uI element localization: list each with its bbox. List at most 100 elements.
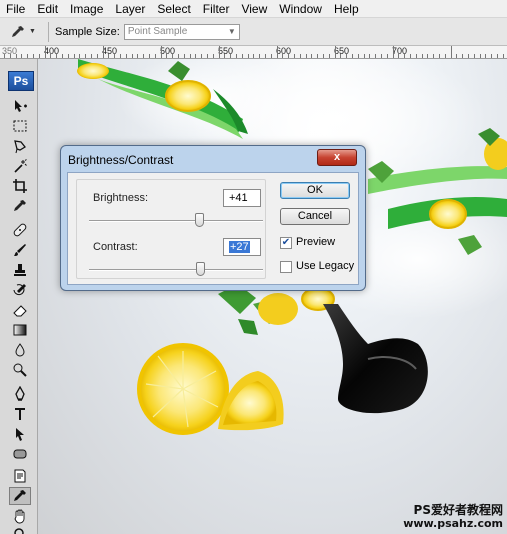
blur-tool[interactable] <box>9 341 31 359</box>
options-bar: ▼ Sample Size: Point Sample ▼ <box>0 18 507 46</box>
ruler-tick <box>468 54 469 58</box>
brightness-slider-thumb[interactable] <box>195 213 204 227</box>
ruler-tick <box>375 54 377 58</box>
ruler-tick <box>85 54 87 58</box>
lasso-tool[interactable] <box>9 137 31 155</box>
brush-tool[interactable] <box>9 241 31 259</box>
contrast-slider-thumb[interactable] <box>196 262 205 276</box>
eyedropper-tool-group[interactable] <box>9 197 31 215</box>
ruler-tick <box>15 54 17 58</box>
eyedropper-icon <box>14 490 26 501</box>
menu-view[interactable]: View <box>235 0 273 18</box>
ruler-tick <box>340 54 342 58</box>
sample-size-label: Sample Size: <box>55 25 120 38</box>
ruler-tick <box>462 54 464 58</box>
menu-filter[interactable]: Filter <box>197 0 236 18</box>
shape-tool[interactable] <box>9 445 31 463</box>
ruler-tick <box>450 46 452 58</box>
ruler-tick <box>56 54 58 58</box>
drop-icon <box>15 343 25 357</box>
ruler-tick <box>270 54 272 58</box>
pen-tool[interactable] <box>9 385 31 403</box>
marquee-tool[interactable] <box>9 117 31 135</box>
path-selection-tool[interactable] <box>9 425 31 443</box>
menu-edit[interactable]: Edit <box>31 0 64 18</box>
checkmark-icon: ✔ <box>281 237 291 248</box>
lemon-slice <box>429 199 467 229</box>
ruler-tick <box>241 54 243 58</box>
ruler-tick <box>352 54 353 58</box>
type-tool[interactable] <box>9 405 31 423</box>
brightness-label: Brightness: <box>93 192 149 204</box>
adjustment-group: Brightness: +41 Contrast: +27 <box>76 179 266 279</box>
zoom-tool[interactable] <box>9 525 31 534</box>
lemon-slice <box>77 63 109 79</box>
ruler-tick <box>497 54 498 58</box>
contrast-input[interactable]: +27 <box>223 238 261 256</box>
ruler-tick <box>311 54 313 58</box>
ruler-tick <box>91 54 92 58</box>
dodge-tool[interactable] <box>9 361 31 379</box>
use-legacy-checkbox[interactable] <box>280 261 292 273</box>
ruler-tick <box>143 54 145 58</box>
ruler-tick <box>201 54 203 58</box>
menu-help[interactable]: Help <box>328 0 365 18</box>
menu-window[interactable]: Window <box>273 0 328 18</box>
menu-layer[interactable]: Layer <box>109 0 151 18</box>
ok-button[interactable]: OK <box>280 182 350 199</box>
ruler-tick <box>317 54 319 58</box>
ruler-tick <box>444 54 446 58</box>
ruler-tick <box>433 54 435 58</box>
ruler-tick <box>149 54 150 58</box>
contrast-slider-track[interactable] <box>89 269 263 271</box>
close-icon: x <box>333 151 341 163</box>
bandage-icon <box>13 223 27 237</box>
ruler-tick <box>189 54 191 58</box>
ruler-tick <box>102 46 104 58</box>
move-tool[interactable] <box>9 97 31 115</box>
document-canvas[interactable]: PS爱好者教程网 www.psahz.com <box>38 59 507 534</box>
cancel-button[interactable]: Cancel <box>280 208 350 225</box>
ruler-tick <box>456 54 458 58</box>
gradient-tool[interactable] <box>9 321 31 339</box>
eraser-tool[interactable] <box>9 301 31 319</box>
menu-select[interactable]: Select <box>151 0 196 18</box>
horizontal-ruler[interactable]: 350 400 450 500 550 600 650 700 <box>0 46 507 59</box>
ruler-tick <box>323 54 324 58</box>
ruler-tick <box>479 54 481 58</box>
contrast-value: +27 <box>229 241 250 253</box>
close-button[interactable]: x <box>317 149 357 166</box>
notes-tool[interactable] <box>9 467 31 485</box>
crop-tool[interactable] <box>9 177 31 195</box>
ruler-tick <box>485 54 487 58</box>
preview-label: Preview <box>296 236 336 248</box>
lasso-icon <box>14 140 26 154</box>
brush-icon <box>14 244 26 256</box>
preview-checkbox[interactable]: ✔ <box>280 237 292 249</box>
crop-icon <box>13 179 27 193</box>
ruler-tick <box>398 54 400 58</box>
ruler-tick <box>328 54 330 58</box>
ruler-tick <box>363 54 365 58</box>
eyedropper-tool[interactable] <box>9 487 31 505</box>
ruler-tick <box>33 54 34 58</box>
history-brush-tool[interactable] <box>9 281 31 299</box>
clone-stamp-tool[interactable] <box>9 261 31 279</box>
brightness-contrast-dialog: Brightness/Contrast x Brightness: +41 Co… <box>60 145 366 291</box>
brightness-slider-track[interactable] <box>89 220 263 222</box>
ruler-tick <box>172 54 174 58</box>
menu-image[interactable]: Image <box>64 0 109 18</box>
sample-size-select[interactable]: Point Sample ▼ <box>123 23 240 40</box>
menu-file[interactable]: File <box>0 0 31 18</box>
magic-wand-tool[interactable] <box>9 157 31 175</box>
options-separator <box>48 21 49 42</box>
ruler-tick <box>346 54 348 58</box>
hand-tool[interactable] <box>9 507 31 525</box>
brightness-input[interactable]: +41 <box>223 189 261 207</box>
ruler-tick <box>27 54 29 58</box>
healing-brush-tool[interactable] <box>9 221 31 239</box>
tool-preset-picker[interactable]: ▼ <box>4 21 42 43</box>
photoshop-logo: Ps <box>8 71 34 91</box>
ruler-tick <box>154 54 156 58</box>
arrow-cursor-icon <box>16 428 24 441</box>
